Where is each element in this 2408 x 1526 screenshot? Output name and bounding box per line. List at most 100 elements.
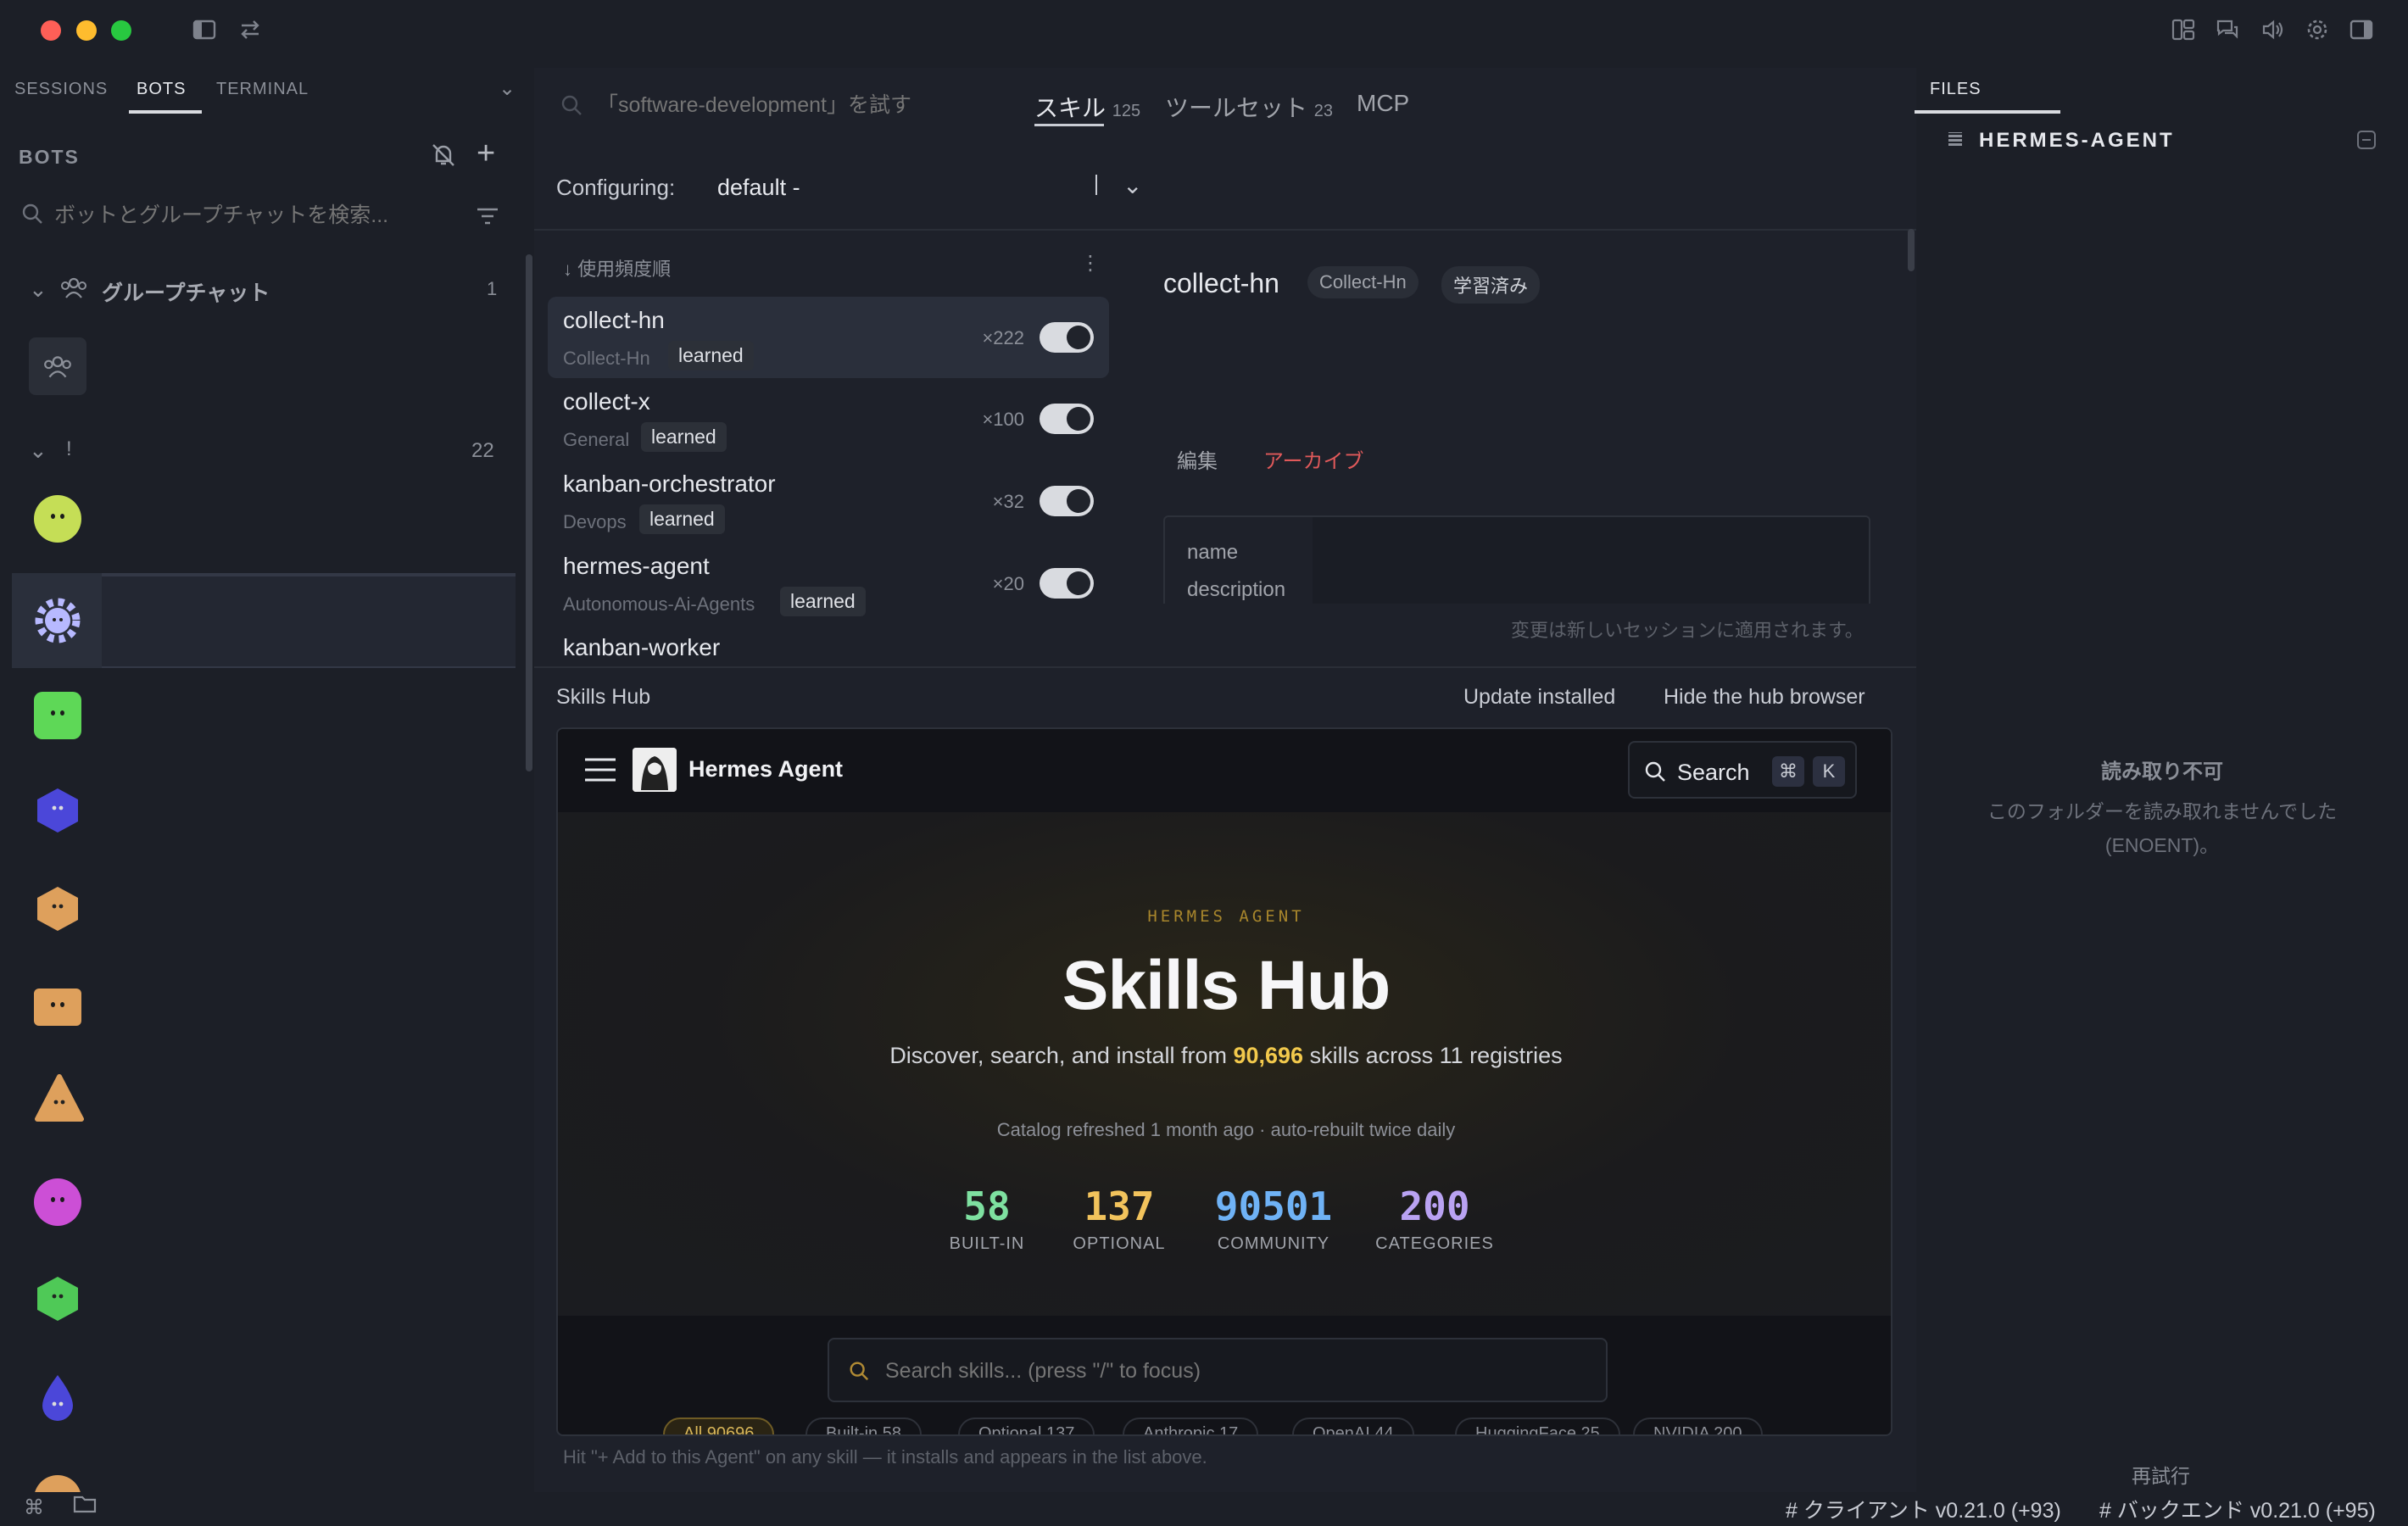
bots-group-label[interactable]: ! bbox=[66, 437, 72, 461]
chevron-down-icon[interactable]: ⌄ bbox=[499, 76, 516, 101]
group-icon bbox=[59, 275, 88, 304]
bot-avatar-magenta-circle[interactable] bbox=[34, 1178, 81, 1226]
filter-chip-nvidia[interactable]: NVIDIA 200 bbox=[1633, 1417, 1763, 1434]
hub-skill-search[interactable] bbox=[828, 1338, 1608, 1402]
configuring-select[interactable]: default - ⌄ bbox=[700, 163, 1158, 212]
filter-chip-anthropic[interactable]: Anthropic 17 bbox=[1123, 1417, 1259, 1434]
update-installed-button[interactable]: Update installed bbox=[1463, 685, 1615, 710]
skill-category: General bbox=[563, 429, 630, 450]
field-description-label: description bbox=[1187, 578, 1286, 601]
tab-bots[interactable]: BOTS bbox=[137, 80, 186, 99]
skill-frontmatter-box: name description bbox=[1163, 515, 1870, 604]
sort-label[interactable]: ↓ 使用頻度順 bbox=[563, 254, 671, 281]
divider bbox=[534, 666, 1916, 668]
tab-skills[interactable]: スキル 125 bbox=[1034, 90, 1140, 124]
bot-avatar-orange-rect[interactable] bbox=[34, 989, 81, 1026]
group-chat-item[interactable] bbox=[29, 337, 86, 395]
layout-icon[interactable] bbox=[2171, 17, 2196, 48]
stat-categories-value: 200 bbox=[1399, 1183, 1470, 1229]
tab-skills-label: スキル bbox=[1034, 95, 1106, 121]
selection-bottom-border bbox=[102, 666, 516, 668]
close-window-button[interactable] bbox=[41, 20, 61, 41]
hub-skill-total: 90,696 bbox=[1233, 1043, 1304, 1068]
chevron-down-icon[interactable]: ⌄ bbox=[29, 437, 47, 464]
more-vertical-icon[interactable]: ⋮ bbox=[1080, 251, 1101, 276]
edit-button[interactable]: 編集 bbox=[1177, 444, 1218, 474]
skill-name: collect-x bbox=[563, 388, 650, 415]
learned-badge: learned bbox=[668, 341, 754, 370]
filter-chip-optional[interactable]: Optional 137 bbox=[958, 1417, 1095, 1434]
hub-search-button[interactable]: Search ⌘ K bbox=[1628, 741, 1857, 799]
skill-detail-title: collect-hn bbox=[1163, 268, 1279, 298]
bot-avatar-blue-hexagon[interactable] bbox=[34, 787, 81, 834]
files-root-name[interactable]: HERMES-AGENT bbox=[1979, 129, 2175, 153]
skill-enable-toggle[interactable] bbox=[1040, 322, 1094, 353]
group-chat-label[interactable]: グループチャット bbox=[102, 276, 270, 307]
command-icon[interactable]: ⌘ bbox=[24, 1495, 44, 1520]
skill-row-partial[interactable]: kanban-worker bbox=[548, 624, 1109, 658]
usage-count: ×222 bbox=[982, 327, 1024, 348]
chevron-down-icon: ⌄ bbox=[1123, 172, 1143, 198]
bot-avatar-blue-drop[interactable] bbox=[34, 1373, 81, 1421]
minimize-window-button[interactable] bbox=[76, 20, 97, 41]
selection-top-border bbox=[102, 573, 516, 576]
usage-count: ×32 bbox=[992, 491, 1024, 512]
search-icon bbox=[1643, 760, 1667, 788]
detail-scrollbar[interactable] bbox=[1908, 229, 1915, 271]
filter-chip-huggingface[interactable]: HuggingFace 25 bbox=[1455, 1417, 1620, 1434]
add-bot-button[interactable]: + bbox=[477, 137, 495, 170]
stat-optional-value: 137 bbox=[1084, 1183, 1155, 1229]
hide-hub-button[interactable]: Hide the hub browser bbox=[1664, 685, 1865, 710]
filter-chip-all[interactable]: All 90696 bbox=[663, 1417, 775, 1434]
sidebar-scrollbar[interactable] bbox=[526, 254, 532, 771]
bot-avatar-gear[interactable] bbox=[34, 597, 81, 644]
bot-avatar-orange-triangle[interactable] bbox=[34, 1073, 84, 1122]
skill-name: collect-hn bbox=[563, 307, 665, 333]
chat-bubbles-icon[interactable] bbox=[2215, 17, 2240, 48]
archive-button[interactable]: アーカイブ bbox=[1263, 444, 1364, 474]
retry-button[interactable]: 再試行 bbox=[2132, 1460, 2190, 1489]
catalog-refresh-note: Catalog refreshed 1 month ago · auto-reb… bbox=[996, 1119, 1456, 1140]
configuring-value: default - bbox=[717, 175, 800, 200]
chevron-down-icon[interactable]: ⌄ bbox=[29, 276, 47, 303]
tab-terminal[interactable]: TERMINAL bbox=[216, 80, 309, 99]
tab-mcp[interactable]: MCP bbox=[1357, 90, 1409, 117]
usage-count: ×100 bbox=[982, 409, 1024, 430]
skill-row[interactable]: kanban-orchestrator Devops learned ×32 bbox=[548, 460, 1109, 542]
skill-row[interactable]: hermes-agent Autonomous-Ai-Agents learne… bbox=[548, 543, 1109, 624]
bot-avatar-green-square[interactable] bbox=[34, 692, 81, 739]
bot-avatar-lime-circle[interactable] bbox=[34, 495, 81, 543]
menu-icon[interactable] bbox=[583, 756, 617, 788]
speaker-icon[interactable] bbox=[2260, 17, 2285, 48]
hub-subtitle: Discover, search, and install from 90,69… bbox=[558, 1043, 1891, 1069]
bot-avatar-partial[interactable] bbox=[34, 1475, 81, 1492]
folder-icon[interactable] bbox=[73, 1494, 97, 1518]
skill-search-input[interactable] bbox=[597, 86, 987, 124]
configuring-label: Configuring: bbox=[556, 175, 676, 200]
skill-enable-toggle[interactable] bbox=[1040, 568, 1094, 599]
filter-icon[interactable] bbox=[475, 203, 500, 233]
tab-toolsets[interactable]: ツールセット 23 bbox=[1165, 90, 1333, 124]
switch-arrows-icon[interactable] bbox=[237, 17, 263, 48]
collapse-icon[interactable] bbox=[2355, 129, 2377, 155]
tab-files[interactable]: FILES bbox=[1930, 80, 1982, 99]
bot-avatar-green-hexagon[interactable] bbox=[34, 1275, 81, 1323]
hub-skill-search-input[interactable] bbox=[885, 1353, 1580, 1389]
field-value-area[interactable] bbox=[1313, 517, 1869, 604]
skill-row[interactable]: collect-hn Collect-Hn learned ×222 bbox=[548, 297, 1109, 378]
hub-brand[interactable]: Hermes Agent bbox=[688, 756, 843, 782]
sidebar-toggle-icon[interactable] bbox=[192, 17, 217, 48]
skill-row[interactable]: collect-x General learned ×100 bbox=[548, 378, 1109, 459]
bot-search-input[interactable] bbox=[54, 198, 410, 232]
filter-chip-openai[interactable]: OpenAI 44 bbox=[1292, 1417, 1414, 1434]
right-panel-toggle-icon[interactable] bbox=[2349, 17, 2374, 48]
gear-icon[interactable] bbox=[2305, 17, 2330, 48]
field-name-label: name bbox=[1187, 541, 1239, 564]
zoom-window-button[interactable] bbox=[111, 20, 131, 41]
skill-enable-toggle[interactable] bbox=[1040, 404, 1094, 434]
bot-avatar-orange-hexagon[interactable] bbox=[34, 885, 81, 933]
bell-off-icon[interactable] bbox=[429, 141, 458, 174]
filter-chip-builtin[interactable]: Built-in 58 bbox=[805, 1417, 922, 1434]
tab-sessions[interactable]: SESSIONS bbox=[14, 80, 108, 99]
skill-enable-toggle[interactable] bbox=[1040, 486, 1094, 516]
